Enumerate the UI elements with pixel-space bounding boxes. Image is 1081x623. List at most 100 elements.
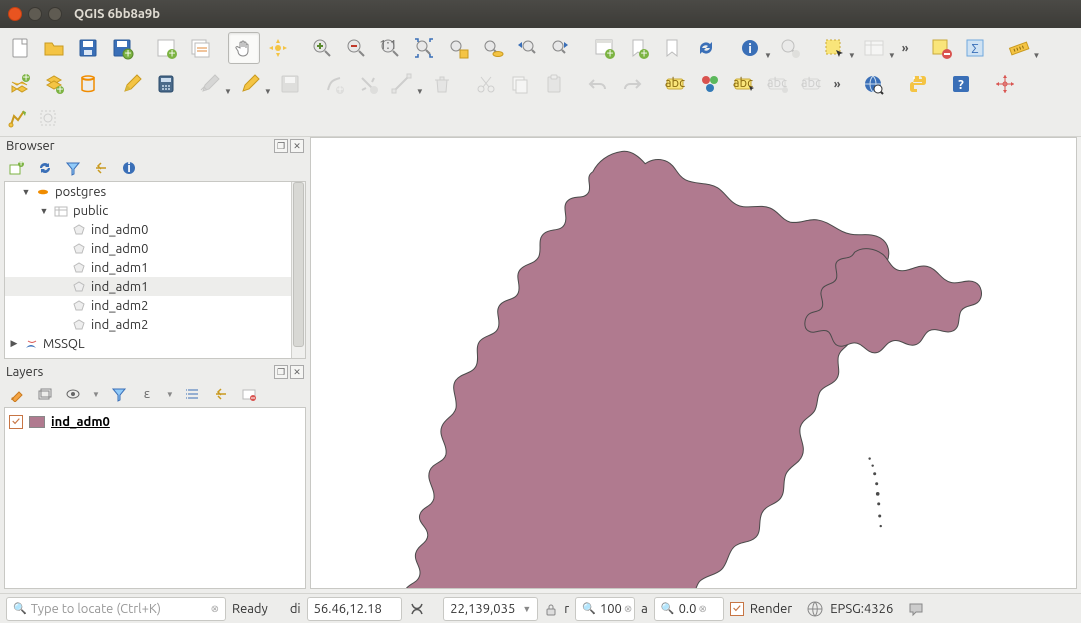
svg-text:Σ: Σ [971,42,978,56]
advanced-digitize-button[interactable] [4,104,32,132]
collapse-all-button[interactable] [212,385,230,403]
browser-properties-button[interactable]: i [120,159,138,177]
select-by-value-button[interactable] [858,32,890,64]
statistical-summary-button[interactable]: Σ [959,32,991,64]
pan-to-selection-button[interactable] [262,32,294,64]
layout-manager-button[interactable] [184,32,216,64]
metasearch-button[interactable] [857,68,889,100]
new-bookmark-button[interactable]: + [622,32,654,64]
toolbar-overflow-icon[interactable]: » [830,78,845,91]
window-minimize-button[interactable] [28,7,42,21]
tree-item-public[interactable]: ▼public [5,201,305,220]
refresh-button[interactable] [690,32,722,64]
left-panels: Browser ❐ ✕ + i ▼postgres ▼public ind_ad… [0,137,310,593]
layer-style-button[interactable] [8,385,26,403]
remove-layer-button[interactable] [240,385,258,403]
layer-visibility-checkbox[interactable]: ✓ [9,415,23,429]
show-bookmarks-button[interactable] [656,32,688,64]
add-group-button[interactable] [36,385,54,403]
toolbar-row-advanced [4,102,1077,134]
toolbar-overflow-icon[interactable]: » [898,42,913,55]
open-project-button[interactable] [38,32,70,64]
zoom-last-button[interactable] [510,32,542,64]
no-projection-button[interactable] [989,68,1021,100]
magnifier-input[interactable]: 🔍100⊗ [575,597,635,621]
tree-item[interactable]: ind_adm2 [5,296,305,315]
filter-legend-button[interactable] [110,385,128,403]
layers-list[interactable]: ✓ ind_adm0 [4,407,306,589]
zoom-native-button[interactable]: 1:1 [374,32,406,64]
pan-map-button[interactable] [228,32,260,64]
scale-input[interactable]: 22,139,035▼ [443,597,538,621]
digitize-button[interactable] [234,68,266,100]
save-project-button[interactable] [72,32,104,64]
layer-item[interactable]: ✓ ind_adm0 [9,412,301,432]
tree-item[interactable]: ind_adm1 [5,277,305,296]
tree-item[interactable]: ind_adm2 [5,315,305,334]
clear-icon[interactable]: ⊗ [211,603,219,615]
locator-search-input[interactable]: 🔍 Type to locate (Ctrl+K) ⊗ [6,597,226,621]
zoom-to-layer-button[interactable] [476,32,508,64]
expand-all-button[interactable] [184,385,202,403]
window-title: QGIS 6bb8a9b [74,7,160,21]
tree-item-mssql[interactable]: ▶MSSQL [5,334,305,353]
browser-collapse-button[interactable] [92,159,110,177]
browser-scrollbar[interactable] [291,182,305,358]
filter-expression-button[interactable]: ε [138,385,156,403]
select-features-button[interactable] [818,32,850,64]
browser-undock-button[interactable]: ❐ [274,139,288,153]
browser-tree[interactable]: ▼postgres ▼public ind_adm0 ind_adm0 ind_… [4,181,306,359]
field-calculator-button[interactable] [150,68,182,100]
window-close-button[interactable] [8,7,22,21]
add-layer-button[interactable]: + [8,159,26,177]
layers-undock-button[interactable]: ❐ [274,365,288,379]
coordinate-input[interactable]: 56.46,12.18 [307,597,402,621]
clear-icon[interactable]: ⊗ [624,603,632,615]
lock-icon[interactable] [544,602,558,616]
zoom-next-button[interactable] [544,32,576,64]
manage-visibility-button[interactable] [64,385,82,403]
add-vector-layer-button[interactable]: + [4,68,36,100]
window-maximize-button[interactable] [48,7,62,21]
zoom-out-button[interactable] [340,32,372,64]
new-geopackage-button[interactable] [72,68,104,100]
new-shapefile-button[interactable]: + [38,68,70,100]
extents-icon[interactable] [408,600,426,618]
tree-item-postgres[interactable]: ▼postgres [5,182,305,201]
highlight-label-button[interactable]: abc [728,68,760,100]
tree-item[interactable]: ind_adm0 [5,239,305,258]
crs-icon[interactable] [806,600,824,618]
open-attribute-table-button[interactable] [774,32,806,64]
layers-close-button[interactable]: ✕ [290,365,304,379]
undo-button [582,68,614,100]
new-map-view-button[interactable]: + [588,32,620,64]
browser-refresh-button[interactable] [36,159,54,177]
browser-filter-button[interactable] [64,159,82,177]
python-console-button[interactable] [901,68,933,100]
new-print-layout-button[interactable]: + [150,32,182,64]
label-tool-button[interactable]: abc [660,68,692,100]
measure-button[interactable] [1003,32,1035,64]
move-feature-button [352,68,384,100]
zoom-to-selection-button[interactable] [442,32,474,64]
browser-close-button[interactable]: ✕ [290,139,304,153]
tree-item[interactable]: ind_adm0 [5,220,305,239]
toggle-editing-button[interactable] [116,68,148,100]
help-button[interactable]: ? [945,68,977,100]
clear-icon[interactable]: ⊗ [698,603,706,615]
new-project-button[interactable] [4,32,36,64]
polygon-icon [71,317,87,333]
map-canvas[interactable] [310,137,1077,589]
tree-item[interactable]: ind_adm1 [5,258,305,277]
tree-item-db2[interactable]: ▶DB2 [5,353,305,359]
crs-label: EPSG:4326 [830,602,893,616]
identify-button[interactable]: i [734,32,766,64]
deselect-all-button[interactable] [925,32,957,64]
messages-icon[interactable] [907,600,925,618]
zoom-full-button[interactable] [408,32,440,64]
save-project-as-button[interactable]: + [106,32,138,64]
render-checkbox[interactable]: ✓ [730,602,744,616]
rotation-input[interactable]: 🔍0.0⊗ [654,597,724,621]
diagram-tool-button[interactable] [694,68,726,100]
zoom-in-button[interactable] [306,32,338,64]
